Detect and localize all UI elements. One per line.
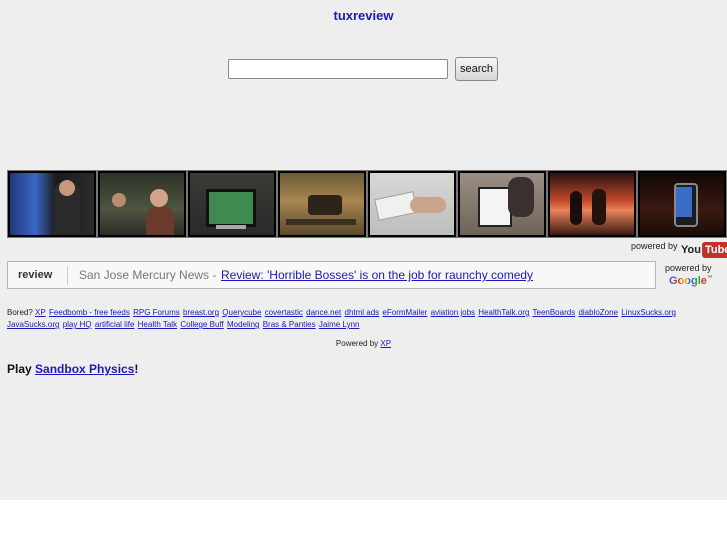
video-thumb-5[interactable] bbox=[367, 170, 457, 238]
links-prefix: Bored? bbox=[7, 308, 33, 317]
search-button[interactable]: search bbox=[455, 57, 498, 81]
link-breast-org[interactable]: breast.org bbox=[183, 308, 219, 317]
link-health-talk[interactable]: Health Talk bbox=[138, 320, 177, 329]
link-querycube[interactable]: Querycube bbox=[222, 308, 261, 317]
video-thumbnail-strip bbox=[7, 170, 727, 238]
play-line: Play Sandbox Physics! bbox=[7, 362, 138, 376]
link-teenboards[interactable]: TeenBoards bbox=[533, 308, 576, 317]
link-javasucks-org[interactable]: JavaSucks.org bbox=[7, 320, 59, 329]
powered-by-xp-link[interactable]: XP bbox=[380, 339, 391, 348]
link-linuxsucks-org[interactable]: LinuxSucks.org bbox=[621, 308, 676, 317]
google-logo: Google™ bbox=[669, 275, 713, 287]
link-dhtml-ads[interactable]: dhtml ads bbox=[345, 308, 380, 317]
link-modeling[interactable]: Modeling bbox=[227, 320, 259, 329]
link-covertastic[interactable]: covertastic bbox=[265, 308, 303, 317]
link-xp[interactable]: XP bbox=[35, 308, 46, 317]
link-diablozone[interactable]: diabloZone bbox=[578, 308, 618, 317]
link-play-hq[interactable]: play HQ bbox=[63, 320, 92, 329]
youtube-logo: You Tube bbox=[680, 240, 727, 260]
site-title-link[interactable]: tuxreview bbox=[0, 8, 727, 23]
play-prefix: Play bbox=[7, 362, 32, 376]
youtube-logo-you: You bbox=[681, 244, 701, 256]
link-jaime-lynn[interactable]: Jaime Lynn bbox=[319, 320, 360, 329]
link-college-buff[interactable]: College Buff bbox=[180, 320, 223, 329]
news-box: review San Jose Mercury News - Review: '… bbox=[7, 261, 656, 289]
video-thumb-7[interactable] bbox=[547, 170, 637, 238]
video-thumb-8[interactable] bbox=[637, 170, 727, 238]
youtube-logo-tube: Tube bbox=[701, 242, 727, 258]
link-rpg-forums[interactable]: RPG Forums bbox=[133, 308, 180, 317]
video-thumb-4[interactable] bbox=[277, 170, 367, 238]
search-input[interactable] bbox=[228, 59, 448, 79]
video-thumb-6[interactable] bbox=[457, 170, 547, 238]
link-eformmailer[interactable]: eFormMailer bbox=[382, 308, 427, 317]
google-powered-by-label: powered by bbox=[665, 263, 712, 273]
link-bras-panties[interactable]: Bras & Panties bbox=[263, 320, 316, 329]
link-feedbomb[interactable]: Feedbomb - free feeds bbox=[49, 308, 130, 317]
news-source: San Jose Mercury News - bbox=[79, 268, 217, 282]
powered-by-footer: Powered by XP bbox=[0, 339, 727, 348]
link-healthtalk-org[interactable]: HealthTalk.org bbox=[478, 308, 529, 317]
google-tm: ™ bbox=[706, 275, 713, 282]
google-logo-text: Google bbox=[669, 275, 707, 287]
news-divider bbox=[67, 266, 68, 285]
link-aviation-jobs[interactable]: aviation jobs bbox=[431, 308, 475, 317]
video-thumb-1[interactable] bbox=[7, 170, 97, 238]
links-block: Bored? XP Feedbomb - free feeds RPG Foru… bbox=[7, 307, 725, 331]
page-area: tuxreview search powered by You Tub revi… bbox=[0, 0, 727, 500]
powered-by-text: Powered by bbox=[335, 339, 379, 348]
news-label: review bbox=[18, 269, 53, 281]
youtube-powered-by-label: powered by bbox=[631, 241, 678, 251]
link-dance-net[interactable]: dance.net bbox=[306, 308, 341, 317]
link-artificial-life[interactable]: artificial life bbox=[95, 320, 135, 329]
video-thumb-3[interactable] bbox=[187, 170, 277, 238]
news-headline-link[interactable]: Review: 'Horrible Bosses' is on the job … bbox=[221, 268, 533, 282]
video-thumb-2[interactable] bbox=[97, 170, 187, 238]
play-suffix: ! bbox=[134, 362, 139, 376]
sandbox-physics-link[interactable]: Sandbox Physics bbox=[35, 362, 134, 376]
